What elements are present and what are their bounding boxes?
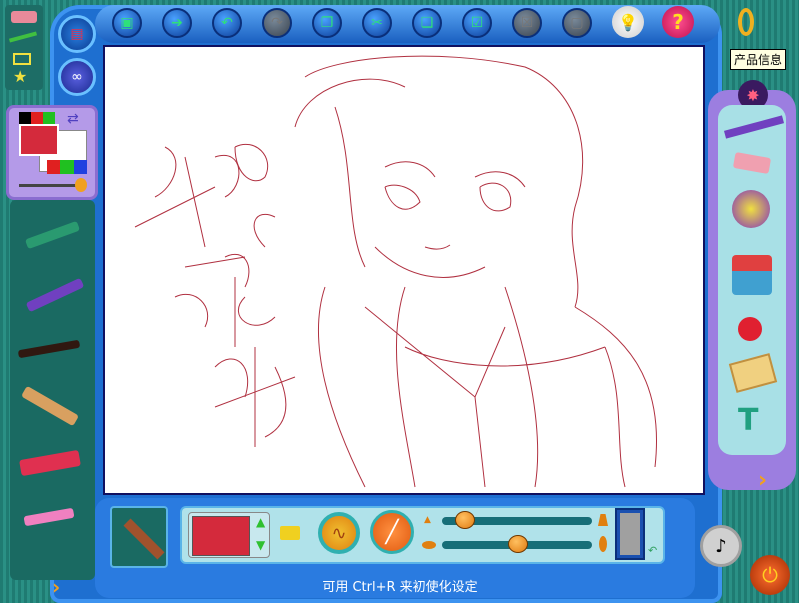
small-size-icon: ▲ — [424, 515, 431, 525]
tool-tray — [10, 200, 95, 580]
crop-icon: ▢ — [570, 15, 584, 31]
swap-colors-icon[interactable]: ⇄ — [67, 111, 79, 127]
swatch-blue[interactable] — [73, 160, 87, 174]
delete-button[interactable]: ☒ — [512, 8, 542, 38]
scroll-left-tools-arrow[interactable]: › — [52, 575, 60, 599]
current-tool-preview — [110, 506, 168, 568]
help-button[interactable]: ? — [662, 6, 694, 38]
delete-icon: ☒ — [520, 15, 534, 31]
product-info-icon[interactable] — [738, 8, 754, 36]
undo-icon: ↶ — [221, 15, 233, 31]
redo-icon: ↷ — [271, 15, 283, 31]
open-button[interactable]: ➔ — [162, 8, 192, 38]
right-tool-list: T — [718, 105, 786, 455]
high-opacity-icon — [599, 536, 607, 552]
straight-stroke-button[interactable]: ╱ — [370, 510, 414, 554]
pencil-mode-icon[interactable] — [8, 31, 38, 43]
mode-strip: ★ — [5, 5, 43, 90]
primary-color[interactable] — [19, 124, 59, 156]
marker-tool-icon[interactable] — [19, 449, 81, 477]
sprayer-tool-icon[interactable] — [732, 190, 770, 228]
opacity-slider[interactable] — [442, 535, 592, 553]
eraser-mode-icon[interactable] — [11, 11, 37, 23]
color-palette: ⇄ — [6, 105, 98, 200]
paste-icon: ❏ — [420, 15, 434, 31]
new-icon: ▣ — [120, 15, 134, 31]
paint-bucket-tool-icon[interactable] — [732, 255, 772, 295]
eraser-tool-icon[interactable] — [732, 151, 772, 175]
music-icon: ♪ — [715, 535, 727, 557]
copy-button[interactable]: ❐ — [312, 8, 342, 38]
question-icon: ? — [672, 10, 684, 34]
brush-tool-icon[interactable] — [723, 115, 785, 139]
airbrush-tool-icon[interactable] — [25, 277, 85, 313]
status-text: 可用 Ctrl+R 来初使化设定 — [322, 580, 478, 595]
stamps-tool-icon[interactable] — [728, 353, 778, 393]
gallery-button[interactable]: ▤ — [58, 15, 96, 53]
cut-button[interactable]: ✂ — [362, 8, 392, 38]
reset-icon[interactable]: ↶ — [648, 544, 657, 557]
exit-button[interactable]: ⏻ — [750, 555, 790, 595]
chalk-tool-icon[interactable] — [23, 507, 75, 527]
swatch-row-bottom — [47, 160, 87, 174]
wavy-stroke-button[interactable]: ∿ — [318, 512, 360, 554]
star-stamp-icon[interactable]: ★ — [13, 67, 27, 86]
color-down-arrow[interactable]: ▼ — [256, 538, 265, 552]
palette-slider-track[interactable] — [19, 184, 79, 187]
shape-mode-icon[interactable] — [13, 53, 31, 65]
music-button[interactable]: ♪ — [700, 525, 742, 567]
undo-button[interactable]: ↶ — [212, 8, 242, 38]
loop-button[interactable]: ∞ — [58, 58, 96, 96]
open-icon: ➔ — [171, 15, 183, 31]
glue-tool-icon[interactable]: T — [738, 403, 766, 439]
copy-icon: ❐ — [320, 15, 334, 31]
brush-tool-icon[interactable] — [17, 339, 81, 359]
crayon-tool-icon[interactable] — [24, 220, 81, 250]
size-slider-knob[interactable] — [455, 511, 475, 529]
new-button[interactable]: ▣ — [112, 8, 142, 38]
sketch-drawing — [134, 55, 657, 488]
scroll-right-tools-arrow[interactable]: › — [758, 468, 767, 493]
cut-icon: ✂ — [371, 15, 383, 31]
paintbrush-tool-icon[interactable] — [21, 385, 79, 427]
palette-slider-knob[interactable] — [75, 178, 87, 192]
power-icon: ⏻ — [762, 563, 778, 587]
tooltip: 产品信息 — [730, 49, 787, 70]
pencil-icon — [123, 518, 165, 560]
lightbulb-icon: 💡 — [618, 12, 638, 32]
paste-button[interactable]: ❏ — [412, 8, 442, 38]
preview-box — [615, 508, 645, 560]
size-slider[interactable] — [442, 511, 592, 529]
current-color[interactable] — [192, 516, 250, 556]
crop-button[interactable]: ▢ — [562, 8, 592, 38]
swatch-red[interactable] — [47, 160, 61, 174]
color-up-arrow[interactable]: ▲ — [256, 515, 265, 529]
folder-icon[interactable] — [280, 526, 300, 540]
select-button[interactable]: ☑ — [462, 8, 492, 38]
drawing-canvas[interactable] — [103, 45, 705, 495]
redo-button[interactable]: ↷ — [262, 8, 292, 38]
swatch-green[interactable] — [60, 160, 74, 174]
select-icon: ☑ — [470, 15, 484, 31]
dropper-tool-icon[interactable] — [738, 317, 762, 341]
hint-button[interactable]: 💡 — [612, 6, 644, 38]
low-opacity-icon — [422, 541, 436, 549]
